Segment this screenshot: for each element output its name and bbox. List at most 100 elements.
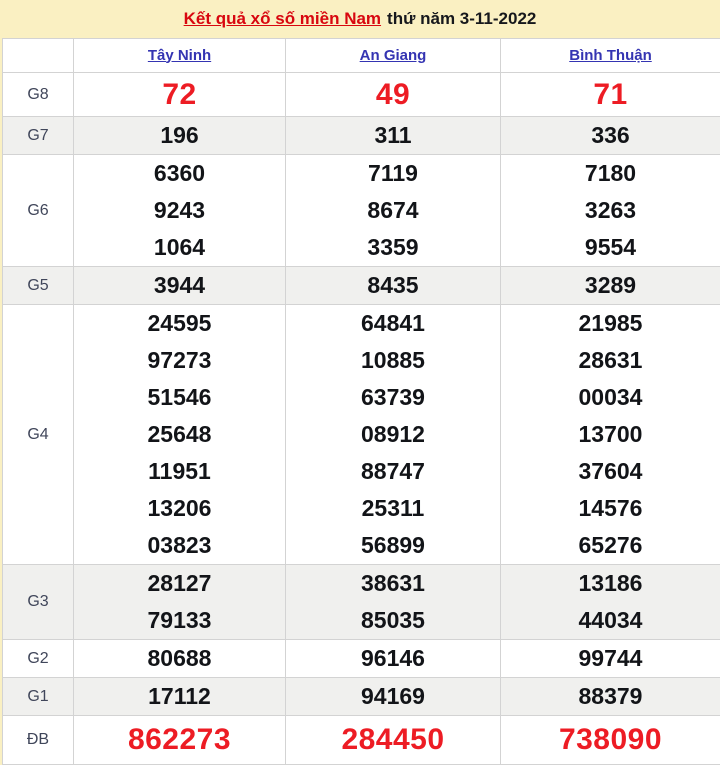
prize-number: 9554	[584, 234, 637, 260]
prize-values-col1: 24595 97273 51546 25648 11951 13206 03823	[73, 304, 286, 565]
prize-values-col1: 196	[73, 116, 286, 155]
prize-number: 37604	[578, 458, 643, 484]
prize-values-col3: 13186 44034	[500, 564, 720, 640]
prize-number: 99744	[578, 645, 643, 671]
prize-label: G8	[2, 72, 74, 117]
prize-number: 63739	[361, 384, 425, 410]
prize-values-col3: 21985 28631 00034 13700 37604 14576 65276	[500, 304, 720, 565]
province-link-tay-ninh[interactable]: Tây Ninh	[148, 47, 211, 64]
prize-number: 44034	[578, 607, 643, 633]
prize-number: 13206	[147, 495, 212, 521]
prize-values-col2: 284450	[285, 715, 501, 765]
prize-number: 284450	[341, 723, 445, 756]
prize-number: 28127	[147, 570, 212, 596]
prize-label: ĐB	[2, 715, 74, 765]
prize-number: 56899	[361, 532, 425, 558]
prize-number: 11951	[148, 458, 211, 484]
prize-values-col1: 28127 79133	[73, 564, 286, 640]
prize-values-col3: 3289	[500, 266, 720, 305]
prize-row-đb: ĐB 862273 284450 738090	[2, 715, 720, 765]
prize-label: G5	[2, 266, 74, 305]
prize-values-col2: 49	[285, 72, 501, 117]
prize-number: 25311	[361, 495, 425, 521]
prize-row-g3: G3 28127 79133 38631 85035 13186 44034	[2, 564, 720, 640]
prize-number: 71	[593, 78, 628, 111]
prize-row-g7: G7 196 311 336	[2, 116, 720, 155]
prize-row-g6: G6 6360 9243 1064 7119 8674 3359 7180 3263 9554	[2, 154, 720, 267]
prize-values-col2: 311	[285, 116, 501, 155]
prize-values-col3: 88379	[500, 677, 720, 716]
prize-number: 1064	[153, 234, 206, 260]
prize-values-col1: 862273	[73, 715, 286, 765]
province-link-binh-thuan[interactable]: Bình Thuận	[569, 47, 652, 64]
prize-number: 13186	[578, 570, 643, 596]
province-link-an-giang[interactable]: An Giang	[360, 47, 427, 64]
prize-values-col1: 80688	[73, 639, 286, 678]
prize-values-col3: 738090	[500, 715, 720, 765]
prize-values-col2: 8435	[285, 266, 501, 305]
prize-number: 10885	[361, 347, 425, 373]
results-body: G8 72 49 71 G7 196 311 336 G6 6360 9243 1064 7119 867…	[2, 72, 720, 765]
prize-number: 738090	[558, 723, 663, 756]
prize-values-col2: 7119 8674 3359	[285, 154, 501, 267]
prize-row-g8: G8 72 49 71	[2, 72, 720, 117]
prize-number: 38631	[361, 570, 425, 596]
prize-number: 85035	[361, 607, 425, 633]
prize-label: G6	[2, 154, 74, 267]
prize-number: 00034	[578, 384, 643, 410]
prize-number: 88379	[578, 683, 643, 709]
prize-number: 25648	[147, 421, 212, 447]
prize-label: G4	[2, 304, 74, 565]
prize-number: 94169	[361, 683, 425, 709]
prize-values-col3: 7180 3263 9554	[500, 154, 720, 267]
prize-values-col1: 6360 9243 1064	[73, 154, 286, 267]
prize-number: 97273	[147, 347, 212, 373]
prize-values-col2: 94169	[285, 677, 501, 716]
prize-values-col1: 17112	[73, 677, 286, 716]
prize-number: 65276	[578, 532, 643, 558]
prize-label: G3	[2, 564, 74, 640]
prize-label: G1	[2, 677, 74, 716]
prize-number: 80688	[147, 645, 212, 671]
prize-values-col1: 72	[73, 72, 286, 117]
prize-number: 7119	[368, 160, 418, 186]
prize-label: G2	[2, 639, 74, 678]
corner-cell	[2, 38, 74, 73]
prize-number: 3289	[584, 272, 637, 298]
prize-values-col2: 38631 85035	[285, 564, 501, 640]
prize-number: 13700	[578, 421, 643, 447]
prize-values-col1: 3944	[73, 266, 286, 305]
prize-row-g5: G5 3944 8435 3289	[2, 266, 720, 305]
title-date: thứ năm 3-11-2022	[387, 9, 537, 28]
page-title: Kết quả xổ số miền Nam thứ năm 3-11-2022	[0, 0, 720, 38]
prize-number: 28631	[578, 347, 643, 373]
prize-number: 3944	[153, 272, 206, 298]
prize-number: 8435	[367, 272, 419, 298]
prize-values-col3: 336	[500, 116, 720, 155]
prize-values-col2: 96146	[285, 639, 501, 678]
prize-number: 24595	[147, 310, 212, 336]
prize-number: 79133	[147, 607, 212, 633]
prize-number: 336	[591, 122, 630, 148]
prize-number: 8674	[367, 197, 419, 223]
prize-number: 96146	[361, 645, 425, 671]
prize-number: 21985	[578, 310, 643, 336]
prize-values-col3: 71	[500, 72, 720, 117]
prize-number: 08912	[361, 421, 425, 447]
prize-number: 72	[162, 78, 197, 111]
title-link[interactable]: Kết quả xổ số miền Nam	[184, 9, 381, 29]
prize-number: 7180	[584, 160, 637, 186]
prize-number: 03823	[147, 532, 212, 558]
prize-label: G7	[2, 116, 74, 155]
prize-row-g2: G2 80688 96146 99744	[2, 639, 720, 678]
prize-values-col2: 64841 10885 63739 08912 88747 25311 56899	[285, 304, 501, 565]
prize-row-g4: G4 24595 97273 51546 25648 11951 13206 03823 648…	[2, 304, 720, 565]
prize-number: 3263	[584, 197, 637, 223]
results-table: Tây Ninh An Giang Bình Thuận G8 72 49 71 G7 1…	[2, 38, 720, 765]
prize-row-g1: G1 17112 94169 88379	[2, 677, 720, 716]
prize-number: 196	[160, 122, 199, 148]
prize-number: 311	[374, 122, 412, 148]
header-row: Tây Ninh An Giang Bình Thuận	[2, 38, 720, 73]
prize-number: 64841	[361, 310, 425, 336]
prize-values-col3: 99744	[500, 639, 720, 678]
